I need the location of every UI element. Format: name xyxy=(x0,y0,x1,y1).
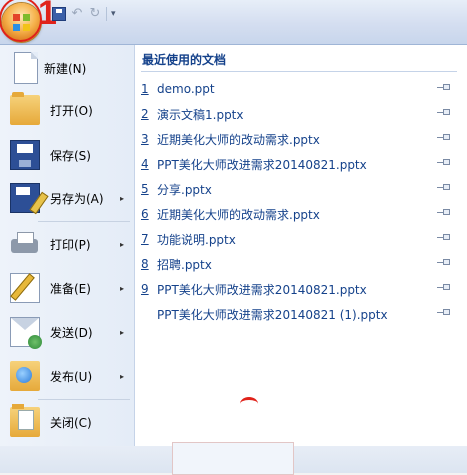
pin-icon[interactable] xyxy=(437,84,451,92)
send-mail-icon xyxy=(10,317,42,349)
new-document-icon xyxy=(14,52,38,84)
document-name: 演示文稿1.pptx xyxy=(157,107,244,122)
menu-item-label: 新建(N) xyxy=(44,61,87,76)
menu-divider xyxy=(38,399,130,400)
menu-item-publish[interactable]: 发布(U) ▸ xyxy=(4,356,130,396)
recent-documents-panel: 最近使用的文档 1 demo.ppt 2 演示文稿1.pptx 3 近期美化大师… xyxy=(135,45,467,447)
recent-document-item[interactable]: 2 演示文稿1.pptx xyxy=(141,103,461,125)
document-name: 近期美化大师的改动需求.pptx xyxy=(157,207,320,222)
recent-document-item[interactable]: 6 近期美化大师的改动需求.pptx xyxy=(141,203,461,225)
submenu-arrow-icon: ▸ xyxy=(119,371,124,381)
annotation-mark xyxy=(240,397,258,411)
qat-separator xyxy=(106,7,107,21)
document-number: 1 xyxy=(141,82,149,96)
pin-icon[interactable] xyxy=(437,109,451,117)
menu-item-send[interactable]: 发送(D) ▸ xyxy=(4,312,130,352)
quick-access-toolbar: ↶ ↻ ▾ xyxy=(52,6,116,22)
save-disk-icon xyxy=(10,140,40,170)
menu-item-save-as[interactable]: 另存为(A) ▸ xyxy=(4,178,130,218)
recent-title-divider xyxy=(141,71,457,72)
menu-item-open[interactable]: 打开(O) xyxy=(4,90,130,130)
document-name: 功能说明.pptx xyxy=(157,232,236,247)
background-window-fragment xyxy=(172,442,294,475)
document-name: 分享.pptx xyxy=(157,182,212,197)
recent-document-item[interactable]: PPT美化大师改进需求20140821 (1).pptx xyxy=(141,303,461,325)
menu-item-label: 准备(E) xyxy=(50,281,91,296)
printer-icon xyxy=(10,229,40,259)
quick-save-icon[interactable] xyxy=(52,7,66,21)
title-bar: 1 ↶ ↻ ▾ xyxy=(0,0,467,44)
menu-divider xyxy=(38,221,130,222)
recent-document-item[interactable]: 5 分享.pptx xyxy=(141,178,461,200)
submenu-arrow-icon: ▸ xyxy=(119,193,124,203)
publish-icon xyxy=(10,361,40,391)
customize-qat-icon[interactable]: ▾ xyxy=(111,9,116,19)
document-number: 2 xyxy=(141,107,149,121)
menu-item-label: 保存(S) xyxy=(50,148,91,163)
menu-item-save[interactable]: 保存(S) xyxy=(4,135,130,175)
recent-document-item[interactable]: 1 demo.ppt xyxy=(141,78,461,100)
office-menu: 新建(N) 打开(O) 保存(S) 另存为(A) ▸ 打印(P) ▸ 准备(E)… xyxy=(0,44,467,447)
menu-item-close[interactable]: 关闭(C) xyxy=(4,402,130,442)
document-number: 4 xyxy=(141,157,149,171)
menu-item-label: 关闭(C) xyxy=(50,415,92,430)
recent-document-item[interactable]: 4 PPT美化大师改进需求20140821.pptx xyxy=(141,153,461,175)
document-number: 6 xyxy=(141,207,149,221)
document-name: PPT美化大师改进需求20140821.pptx xyxy=(157,282,367,297)
menu-item-label: 发布(U) xyxy=(50,369,93,384)
pin-icon[interactable] xyxy=(437,209,451,217)
open-folder-icon xyxy=(10,92,40,125)
prepare-pencil-icon xyxy=(10,273,40,303)
menu-item-label: 打印(P) xyxy=(50,237,91,252)
recent-document-item[interactable]: 3 近期美化大师的改动需求.pptx xyxy=(141,128,461,150)
pin-icon[interactable] xyxy=(437,309,451,317)
document-number: 8 xyxy=(141,257,149,271)
document-number: 5 xyxy=(141,182,149,196)
document-number: 7 xyxy=(141,232,149,246)
recent-documents-title: 最近使用的文档 xyxy=(142,53,227,67)
submenu-arrow-icon: ▸ xyxy=(119,239,124,249)
pin-icon[interactable] xyxy=(437,284,451,292)
menu-item-print[interactable]: 打印(P) ▸ xyxy=(4,224,130,264)
menu-item-label: 打开(O) xyxy=(50,103,93,118)
document-name: 近期美化大师的改动需求.pptx xyxy=(157,132,320,147)
close-folder-icon xyxy=(10,404,40,437)
menu-item-label: 另存为(A) xyxy=(50,191,104,206)
pin-icon[interactable] xyxy=(437,159,451,167)
document-number: 9 xyxy=(141,282,149,296)
recent-document-item[interactable]: 9 PPT美化大师改进需求20140821.pptx xyxy=(141,278,461,300)
menu-item-new[interactable]: 新建(N) xyxy=(4,48,130,88)
document-name: 招聘.pptx xyxy=(157,257,212,272)
save-as-icon xyxy=(10,183,40,213)
recent-document-item[interactable]: 7 功能说明.pptx xyxy=(141,228,461,250)
redo-icon[interactable]: ↻ xyxy=(88,7,102,21)
menu-item-label: 发送(D) xyxy=(50,325,93,340)
submenu-arrow-icon: ▸ xyxy=(119,327,124,337)
pin-icon[interactable] xyxy=(437,234,451,242)
pin-icon[interactable] xyxy=(437,184,451,192)
document-name: PPT美化大师改进需求20140821.pptx xyxy=(157,157,367,172)
pin-icon[interactable] xyxy=(437,134,451,142)
pin-icon[interactable] xyxy=(437,259,451,267)
recent-document-item[interactable]: 8 招聘.pptx xyxy=(141,253,461,275)
document-name: PPT美化大师改进需求20140821 (1).pptx xyxy=(157,307,388,322)
menu-commands: 新建(N) 打开(O) 保存(S) 另存为(A) ▸ 打印(P) ▸ 准备(E)… xyxy=(0,45,135,447)
document-name: demo.ppt xyxy=(157,82,215,96)
document-number: 3 xyxy=(141,132,149,146)
menu-item-prepare[interactable]: 准备(E) ▸ xyxy=(4,268,130,308)
undo-icon[interactable]: ↶ xyxy=(70,7,84,21)
submenu-arrow-icon: ▸ xyxy=(119,283,124,293)
